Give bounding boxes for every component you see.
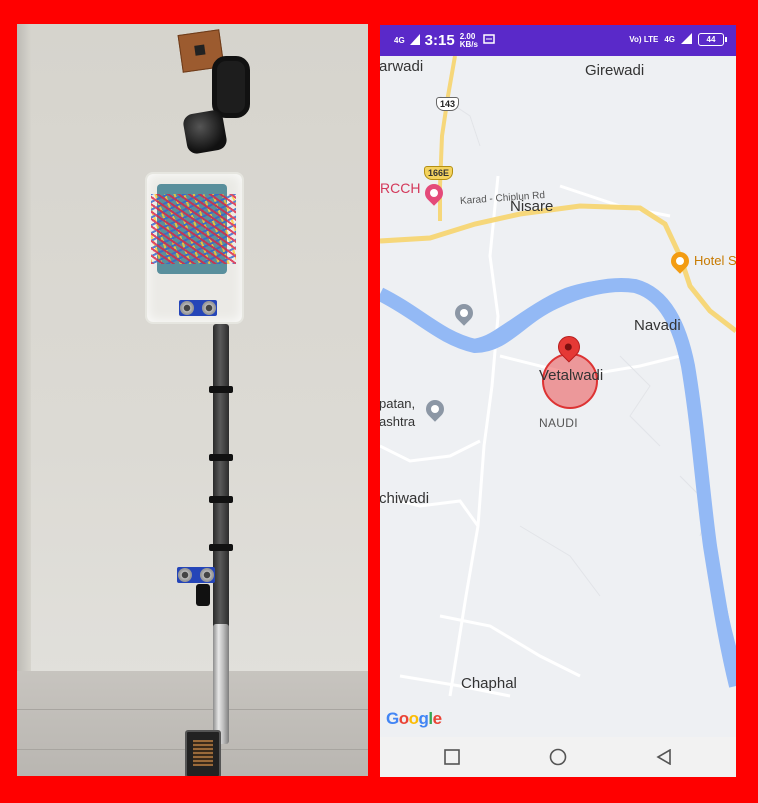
phone-screen: 4G 3:15 2.00 KB/s Vo) LTE 4G 44 arwadi G… xyxy=(380,25,736,777)
place-arwadi[interactable]: arwadi xyxy=(380,58,423,75)
place-chiwadi[interactable]: chiwadi xyxy=(380,490,429,507)
gps-antenna xyxy=(181,108,229,156)
highway-shield-143: 143 xyxy=(436,97,460,111)
place-vetalwadi[interactable]: Vetalwadi xyxy=(539,367,603,384)
buzzer xyxy=(196,584,210,606)
place-rcch[interactable]: RCCH xyxy=(380,180,420,196)
home-button[interactable] xyxy=(547,746,569,768)
cable-coil xyxy=(212,56,250,118)
back-button[interactable] xyxy=(653,746,675,768)
square-icon xyxy=(444,749,460,765)
place-navadi[interactable]: Navadi xyxy=(634,317,681,334)
signal-icon xyxy=(409,32,420,49)
stick-upper-section xyxy=(213,324,229,629)
android-nav-bar xyxy=(380,737,736,777)
recents-button[interactable] xyxy=(441,746,463,768)
status-bar: 4G 3:15 2.00 KB/s Vo) LTE 4G 44 xyxy=(380,25,736,56)
place-nisare[interactable]: Nisare xyxy=(510,198,553,215)
signal-type: 4G xyxy=(394,35,405,45)
map-view[interactable]: arwadi Girewadi 143 RCCH 166E Karad - Ch… xyxy=(380,56,736,737)
place-patan[interactable]: patan, xyxy=(380,396,415,411)
device-photo xyxy=(17,24,368,776)
data-saver-icon xyxy=(483,32,495,49)
clock: 3:15 xyxy=(424,32,455,49)
ultrasonic-sensor-bottom xyxy=(177,567,215,583)
place-hotel[interactable]: Hotel S xyxy=(694,253,736,268)
highway-shield-166e: 166E xyxy=(424,166,454,180)
stick-lower-section xyxy=(213,624,229,744)
place-girewadi[interactable]: Girewadi xyxy=(585,62,644,79)
electronics-box xyxy=(145,172,244,324)
wall-corner xyxy=(17,24,31,671)
back-triangle-icon xyxy=(656,749,671,765)
battery-icon: 44 xyxy=(698,33,727,46)
network-type: 4G xyxy=(664,35,675,44)
cell-signal-icon xyxy=(681,33,692,46)
ultrasonic-sensor-top xyxy=(179,300,217,316)
place-naudi[interactable]: NAUDI xyxy=(539,416,578,430)
moisture-sensor-foot xyxy=(185,730,221,776)
google-logo: Google xyxy=(386,709,442,728)
circle-icon xyxy=(549,748,567,766)
place-ashtra[interactable]: ashtra xyxy=(380,414,415,429)
volte-indicator: Vo) LTE xyxy=(629,35,659,44)
place-chaphal[interactable]: Chaphal xyxy=(461,675,517,692)
net-speed-unit: KB/s xyxy=(459,39,478,49)
